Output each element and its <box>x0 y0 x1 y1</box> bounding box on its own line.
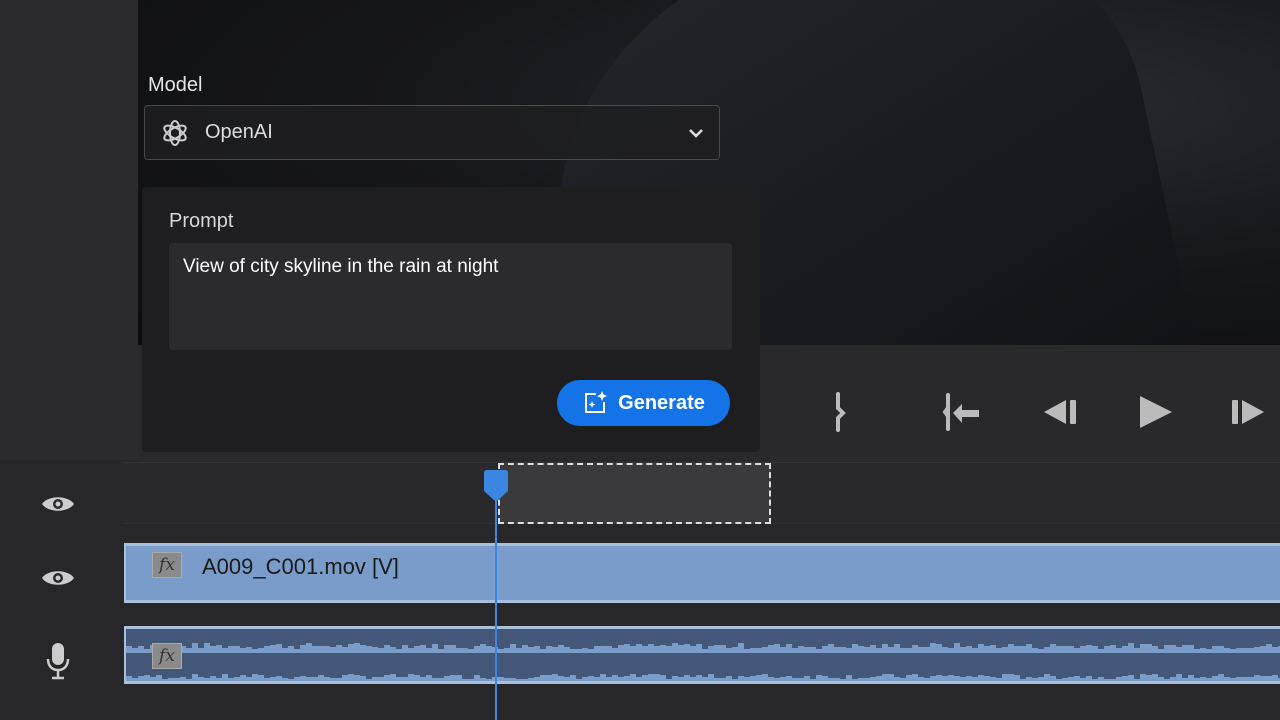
audio-clip[interactable]: fx <box>124 626 1280 684</box>
eye-icon <box>42 571 74 585</box>
mark-out-button[interactable] <box>820 392 860 432</box>
playhead-line <box>495 490 497 720</box>
go-to-in-button[interactable] <box>940 392 984 432</box>
fx-badge: fx <box>152 552 182 578</box>
step-forward-icon <box>1232 400 1264 424</box>
prompt-panel: Prompt View of city skyline in the rain … <box>142 187 760 452</box>
go-to-in-icon <box>942 393 979 431</box>
play-icon <box>1140 396 1172 428</box>
playhead-handle[interactable] <box>481 469 511 503</box>
mark-out-icon <box>836 392 846 432</box>
generate-button[interactable]: Generate <box>557 380 730 426</box>
chevron-down-icon <box>689 128 703 138</box>
prompt-input[interactable]: View of city skyline in the rain at nigh… <box>169 243 732 350</box>
step-forward-button[interactable] <box>1228 392 1268 432</box>
step-back-button[interactable] <box>1040 392 1080 432</box>
eye-icon <box>42 497 74 511</box>
step-back-icon <box>1044 400 1076 424</box>
toggle-track-output-button[interactable] <box>38 489 78 519</box>
left-panel <box>0 0 138 460</box>
toggle-video-track-button[interactable] <box>38 563 78 593</box>
microphone-icon <box>46 643 70 680</box>
prompt-label: Prompt <box>169 210 234 232</box>
generate-label: Generate <box>618 391 705 414</box>
fx-badge: fx <box>152 643 182 669</box>
model-value: OpenAI <box>205 121 273 143</box>
model-dropdown[interactable]: OpenAI <box>144 105 720 160</box>
toggle-audio-track-button[interactable] <box>38 641 78 681</box>
clip-name: A009_C001.mov [V] <box>202 554 399 579</box>
generate-sparkle-icon <box>585 391 608 413</box>
model-label: Model <box>148 74 203 96</box>
video-clip[interactable]: fx A009_C001.mov [V] <box>124 543 1280 603</box>
play-button[interactable] <box>1136 392 1176 432</box>
generated-clip-placeholder[interactable] <box>498 463 771 524</box>
openai-logo-icon <box>163 119 187 146</box>
